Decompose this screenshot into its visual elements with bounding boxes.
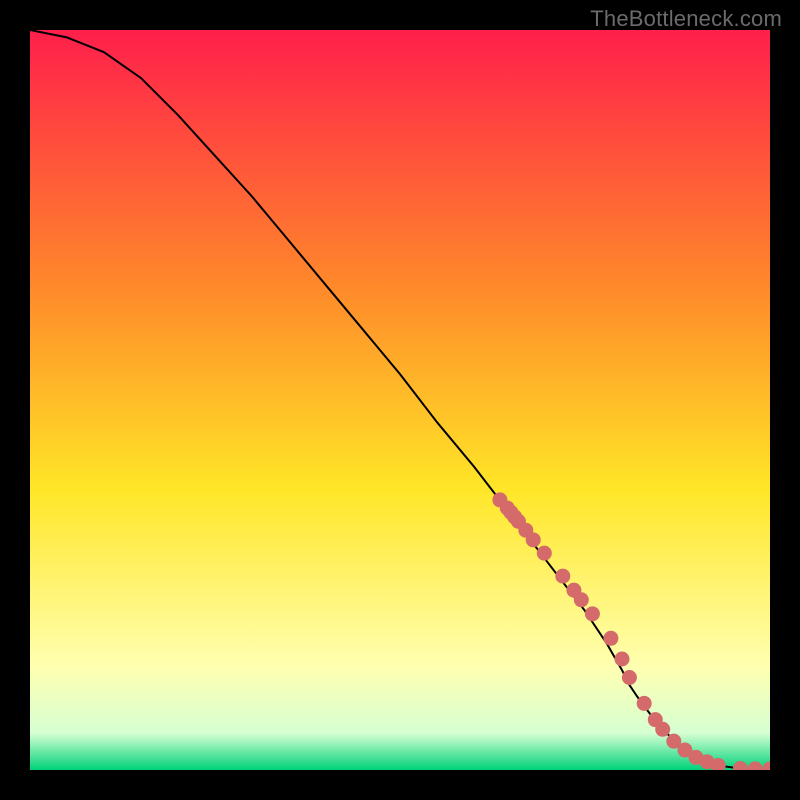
chart-frame: TheBottleneck.com [0,0,800,800]
highlight-marker [537,546,552,561]
plot-area [30,30,770,770]
highlight-marker [526,532,541,547]
highlight-marker [655,722,670,737]
highlight-marker [622,670,637,685]
gradient-background [30,30,770,770]
highlight-marker [637,696,652,711]
chart-svg [30,30,770,770]
highlight-marker [603,631,618,646]
highlight-marker [574,592,589,607]
highlight-marker [555,569,570,584]
watermark-text: TheBottleneck.com [590,6,782,32]
highlight-marker [585,606,600,621]
highlight-marker [615,652,630,667]
